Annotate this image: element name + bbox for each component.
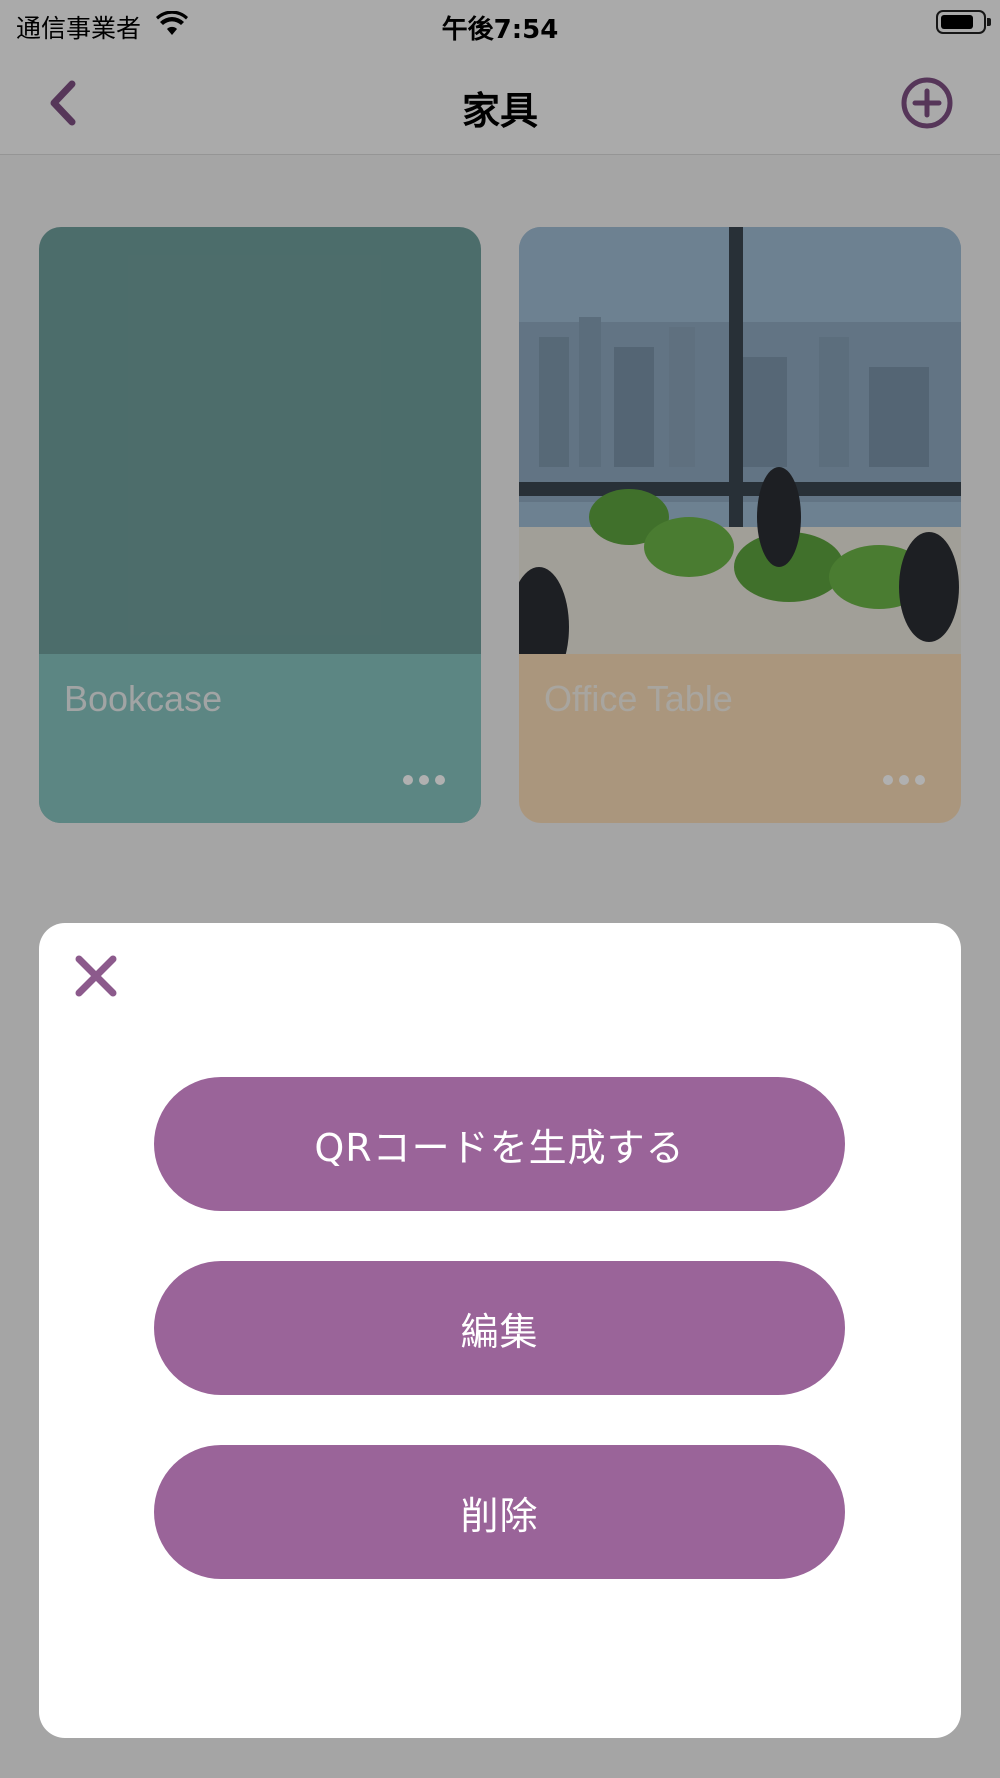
edit-button[interactable]: 編集 — [154, 1261, 845, 1395]
close-button[interactable] — [73, 953, 119, 999]
delete-button[interactable]: 削除 — [154, 1445, 845, 1579]
close-icon — [75, 955, 117, 997]
action-sheet: QRコードを生成する 編集 削除 — [39, 923, 961, 1738]
generate-qr-button[interactable]: QRコードを生成する — [154, 1077, 845, 1211]
